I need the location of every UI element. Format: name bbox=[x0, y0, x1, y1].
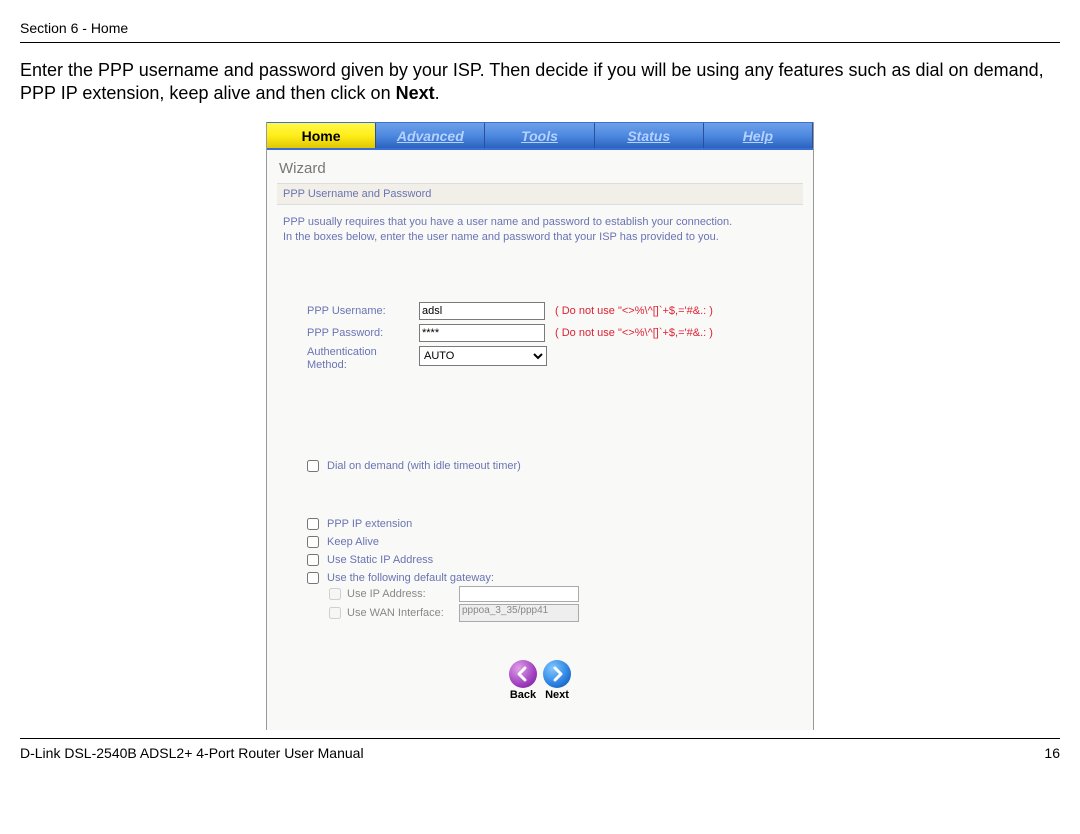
use-wan-if-checkbox[interactable] bbox=[329, 607, 341, 619]
keep-alive-checkbox[interactable] bbox=[307, 536, 319, 548]
footer-left: D-Link DSL-2540B ADSL2+ 4-Port Router Us… bbox=[20, 745, 364, 761]
tab-home[interactable]: Home bbox=[267, 123, 376, 148]
ppp-username-label: PPP Username: bbox=[307, 305, 419, 317]
use-ip-addr-label: Use IP Address: bbox=[347, 588, 459, 600]
intro-paragraph: Enter the PPP username and password give… bbox=[20, 59, 1060, 106]
section-header: Section 6 - Home bbox=[20, 20, 1060, 43]
panel-subtitle: PPP Username and Password bbox=[277, 183, 803, 205]
tab-bar: Home Advanced Tools Status Help bbox=[267, 122, 813, 150]
use-wan-if-label: Use WAN Interface: bbox=[347, 607, 459, 619]
footer-page-number: 16 bbox=[1044, 745, 1060, 761]
intro-suffix: . bbox=[435, 83, 440, 103]
auth-method-select[interactable]: AUTO bbox=[419, 346, 547, 366]
router-ui-window: Home Advanced Tools Status Help Wizard P… bbox=[266, 122, 814, 730]
next-button[interactable]: Next bbox=[543, 660, 571, 701]
arrow-right-icon bbox=[543, 660, 571, 688]
back-label: Back bbox=[510, 689, 536, 701]
ppp-username-hint: ( Do not use "<>%\^[]`+$,='#&.: ) bbox=[555, 305, 713, 317]
ppp-username-input[interactable] bbox=[419, 302, 545, 320]
dial-on-demand-checkbox[interactable] bbox=[307, 460, 319, 472]
tab-help[interactable]: Help bbox=[704, 123, 813, 148]
panel-title: Wizard bbox=[277, 160, 803, 183]
ppp-password-hint: ( Do not use "<>%\^[]`+$,='#&.: ) bbox=[555, 327, 713, 339]
auth-method-label: Authentication Method: bbox=[307, 346, 419, 372]
use-ip-addr-input[interactable] bbox=[459, 586, 579, 602]
back-button[interactable]: Back bbox=[509, 660, 537, 701]
use-wan-if-select[interactable]: pppoa_3_35/ppp41 bbox=[459, 604, 579, 622]
ppp-ip-ext-checkbox[interactable] bbox=[307, 518, 319, 530]
panel-description: PPP usually requires that you have a use… bbox=[277, 215, 803, 246]
intro-pre: Enter the PPP username and password give… bbox=[20, 60, 1044, 103]
dial-on-demand-label: Dial on demand (with idle timeout timer) bbox=[327, 460, 521, 472]
tab-tools[interactable]: Tools bbox=[485, 123, 594, 148]
use-static-ip-checkbox[interactable] bbox=[307, 554, 319, 566]
ppp-password-input[interactable] bbox=[419, 324, 545, 342]
desc-line1: PPP usually requires that you have a use… bbox=[283, 216, 732, 228]
ppp-ip-ext-label: PPP IP extension bbox=[327, 518, 412, 530]
use-default-gw-label: Use the following default gateway: bbox=[327, 572, 494, 584]
intro-bold: Next bbox=[396, 83, 435, 103]
use-default-gw-checkbox[interactable] bbox=[307, 572, 319, 584]
ppp-password-label: PPP Password: bbox=[307, 327, 419, 339]
tab-advanced[interactable]: Advanced bbox=[376, 123, 485, 148]
use-ip-addr-checkbox[interactable] bbox=[329, 588, 341, 600]
desc-line2: In the boxes below, enter the user name … bbox=[283, 231, 719, 243]
next-label: Next bbox=[545, 689, 569, 701]
keep-alive-label: Keep Alive bbox=[327, 536, 379, 548]
use-static-ip-label: Use Static IP Address bbox=[327, 554, 433, 566]
arrow-left-icon bbox=[509, 660, 537, 688]
tab-status[interactable]: Status bbox=[595, 123, 704, 148]
